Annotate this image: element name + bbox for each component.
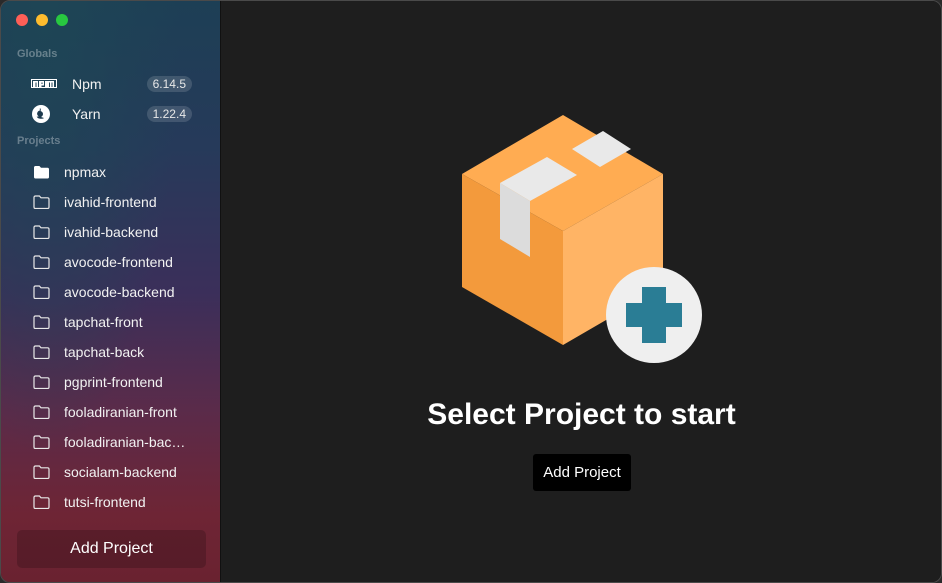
- global-item-yarn[interactable]: Yarn 1.22.4: [31, 102, 196, 126]
- window-controls: [16, 14, 68, 26]
- project-item-label: avocode-backend: [64, 284, 175, 300]
- project-item-label: tapchat-front: [64, 314, 143, 330]
- yarn-icon: [31, 104, 57, 124]
- project-item-label: npmax: [64, 164, 107, 180]
- project-item-1[interactable]: npmax: [1, 157, 221, 187]
- project-list: npmax ivahid-frontend ivahid-backend avo…: [1, 157, 221, 517]
- folder-icon: [33, 165, 50, 179]
- page-title: Select Project to start: [427, 398, 736, 431]
- sidebar: Globals Npm 6.14.5 Yarn 1.22.4 Projects: [1, 1, 221, 582]
- project-item-11[interactable]: socialam-backend: [1, 457, 221, 487]
- global-item-npm[interactable]: Npm 6.14.5: [31, 72, 196, 96]
- folder-icon: [33, 195, 50, 209]
- project-item-6[interactable]: tapchat-front: [1, 307, 221, 337]
- folder-icon: [33, 435, 50, 449]
- close-window-button[interactable]: [16, 14, 28, 26]
- project-item-10[interactable]: fooladiranian-bac…: [1, 427, 221, 457]
- box-with-plus-icon: [460, 111, 708, 369]
- folder-icon: [33, 315, 50, 329]
- globals-section-label: Globals: [17, 48, 58, 60]
- project-item-label: fooladiranian-front: [64, 404, 177, 420]
- project-item-5[interactable]: avocode-backend: [1, 277, 221, 307]
- project-item-label: ivahid-frontend: [64, 194, 157, 210]
- npm-icon: [31, 74, 57, 94]
- project-item-label: fooladiranian-bac…: [64, 434, 186, 450]
- project-item-label: tapchat-back: [64, 344, 145, 360]
- minimize-window-button[interactable]: [36, 14, 48, 26]
- app-window: Globals Npm 6.14.5 Yarn 1.22.4 Projects: [0, 0, 942, 583]
- project-item-3[interactable]: ivahid-backend: [1, 217, 221, 247]
- project-item-label: pgprint-frontend: [64, 374, 163, 390]
- project-item-9[interactable]: fooladiranian-front: [1, 397, 221, 427]
- folder-icon: [33, 225, 50, 239]
- project-item-2[interactable]: ivahid-frontend: [1, 187, 221, 217]
- folder-icon: [33, 285, 50, 299]
- global-item-label: Yarn: [72, 106, 101, 122]
- zoom-window-button[interactable]: [56, 14, 68, 26]
- folder-icon: [33, 495, 50, 509]
- folder-icon: [33, 465, 50, 479]
- projects-section-label: Projects: [17, 135, 61, 147]
- main-panel: Select Project to start Add Project: [222, 1, 941, 582]
- project-item-12[interactable]: tutsi-frontend: [1, 487, 221, 517]
- project-item-label: ivahid-backend: [64, 224, 159, 240]
- add-project-button[interactable]: Add Project: [533, 454, 631, 491]
- project-item-8[interactable]: pgprint-frontend: [1, 367, 221, 397]
- folder-icon: [33, 345, 50, 359]
- folder-icon: [33, 405, 50, 419]
- folder-icon: [33, 375, 50, 389]
- project-item-7[interactable]: tapchat-back: [1, 337, 221, 367]
- global-item-label: Npm: [72, 76, 102, 92]
- sidebar-add-project-button[interactable]: Add Project: [17, 530, 206, 568]
- project-item-label: socialam-backend: [64, 464, 177, 480]
- project-item-label: avocode-frontend: [64, 254, 173, 270]
- version-badge: 1.22.4: [146, 106, 192, 122]
- version-badge: 6.14.5: [146, 76, 192, 92]
- project-item-label: tutsi-frontend: [64, 494, 146, 510]
- folder-icon: [33, 255, 50, 269]
- project-item-4[interactable]: avocode-frontend: [1, 247, 221, 277]
